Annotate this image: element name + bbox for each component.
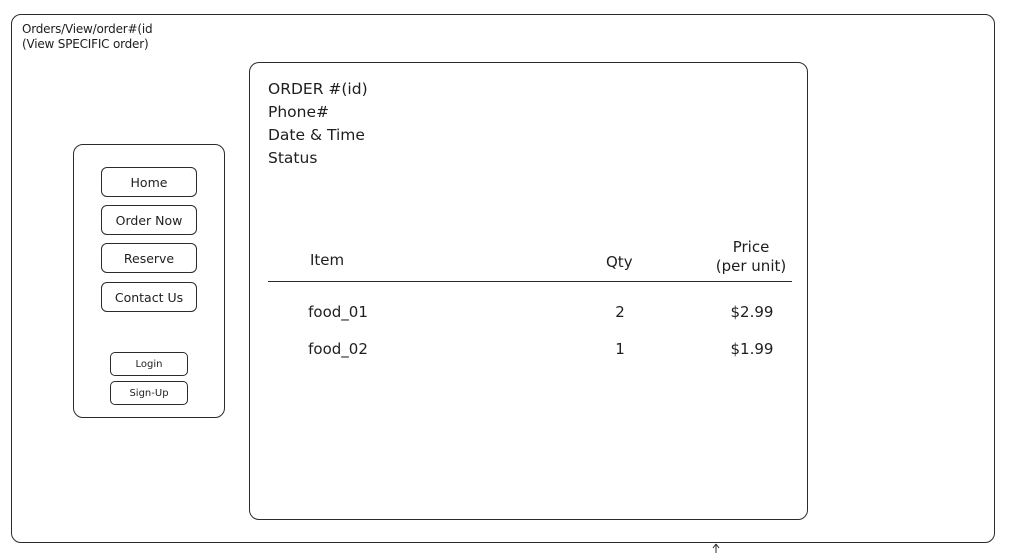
datetime-label: Date & Time: [268, 126, 365, 144]
row-qty: 1: [615, 340, 625, 358]
status-label: Status: [268, 149, 318, 167]
price-header-line1: Price: [732, 238, 770, 256]
qty-column-header: Qty: [606, 253, 633, 271]
nav-contact-us-button[interactable]: Contact Us: [101, 282, 197, 312]
row-item-name: food_02: [308, 340, 368, 358]
row-price: $1.99: [730, 340, 774, 358]
row-qty: 2: [615, 303, 625, 321]
item-column-header: Item: [310, 251, 345, 269]
cursor-icon: [712, 543, 720, 553]
breadcrumb-path: Orders/View/order#(id: [22, 22, 153, 36]
breadcrumb: Orders/View/order#(id (View SPECIFIC ord…: [22, 22, 153, 52]
signup-button[interactable]: Sign-Up: [110, 381, 188, 405]
order-info: ORDER #(id) Phone# Date & Time Status: [268, 78, 368, 170]
nav-home-button[interactable]: Home: [101, 167, 197, 197]
row-price: $2.99: [730, 303, 774, 321]
nav-order-now-button[interactable]: Order Now: [101, 205, 197, 235]
nav-reserve-button[interactable]: Reserve: [101, 243, 197, 273]
phone-label: Phone#: [268, 103, 330, 121]
price-header-line2: (per unit): [715, 257, 787, 275]
page-subtitle: (View SPECIFIC order): [22, 37, 149, 51]
table-header-divider: [268, 281, 792, 282]
price-column-header: Price (per unit): [706, 238, 796, 276]
row-item-name: food_01: [308, 303, 368, 321]
order-id-label: ORDER #(id): [268, 80, 368, 98]
login-button[interactable]: Login: [110, 352, 188, 376]
